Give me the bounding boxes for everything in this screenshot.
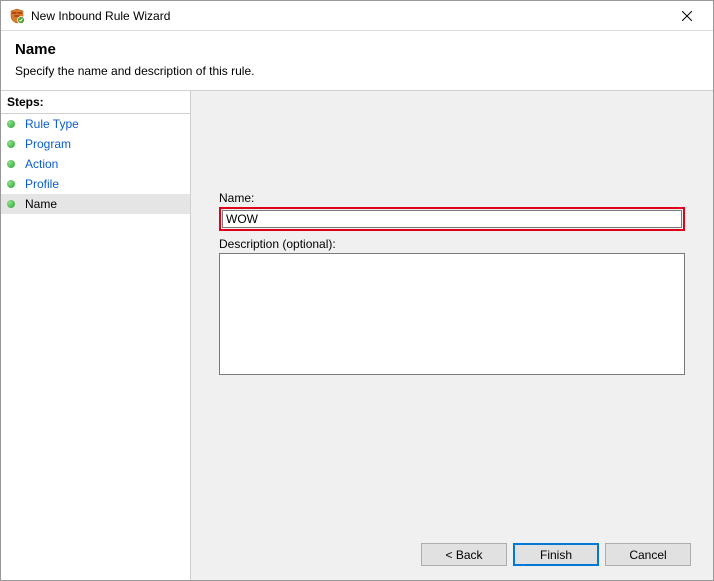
close-icon — [682, 11, 692, 21]
content-area: Name: Description (optional): < Back Fin… — [191, 91, 713, 580]
step-name[interactable]: Name — [1, 194, 190, 214]
step-label: Rule Type — [25, 117, 79, 131]
bullet-icon — [7, 180, 15, 188]
name-highlight-box — [219, 207, 685, 231]
steps-label: Steps: — [1, 91, 190, 114]
close-button[interactable] — [664, 2, 709, 30]
step-label: Profile — [25, 177, 59, 191]
step-label: Program — [25, 137, 71, 151]
description-field-group: Description (optional): — [219, 237, 685, 378]
page-subtitle: Specify the name and description of this… — [15, 64, 699, 78]
wizard-header: Name Specify the name and description of… — [1, 31, 713, 91]
description-input[interactable] — [219, 253, 685, 375]
description-label: Description (optional): — [219, 237, 685, 251]
wizard-window: New Inbound Rule Wizard Name Specify the… — [0, 0, 714, 581]
wizard-body: Steps: Rule Type Program Action Profile — [1, 91, 713, 580]
step-rule-type[interactable]: Rule Type — [1, 114, 190, 134]
step-label: Name — [25, 197, 57, 211]
bullet-icon — [7, 120, 15, 128]
page-title: Name — [15, 41, 699, 58]
step-label: Action — [25, 157, 58, 171]
back-button[interactable]: < Back — [421, 543, 507, 566]
step-profile[interactable]: Profile — [1, 174, 190, 194]
name-field-group: Name: — [219, 191, 685, 231]
name-input[interactable] — [222, 210, 682, 228]
window-title: New Inbound Rule Wizard — [31, 9, 664, 23]
cancel-button[interactable]: Cancel — [605, 543, 691, 566]
finish-button[interactable]: Finish — [513, 543, 599, 566]
bullet-icon — [7, 160, 15, 168]
name-label: Name: — [219, 191, 685, 205]
steps-list: Rule Type Program Action Profile Name — [1, 114, 190, 214]
bullet-icon — [7, 140, 15, 148]
step-action[interactable]: Action — [1, 154, 190, 174]
button-row: < Back Finish Cancel — [421, 543, 691, 566]
bullet-icon — [7, 200, 15, 208]
step-program[interactable]: Program — [1, 134, 190, 154]
firewall-icon — [9, 8, 25, 24]
steps-sidebar: Steps: Rule Type Program Action Profile — [1, 91, 191, 580]
titlebar: New Inbound Rule Wizard — [1, 1, 713, 31]
